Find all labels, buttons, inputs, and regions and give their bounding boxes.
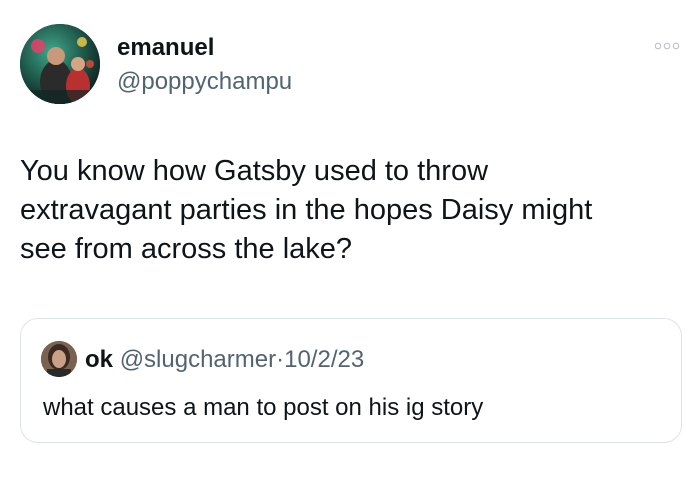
avatar[interactable] (20, 24, 100, 104)
quote-author-display-name[interactable]: ok (85, 346, 113, 373)
quote-author-handle[interactable]: @slugcharmer (120, 346, 276, 373)
avatar-image (20, 24, 100, 104)
more-horizontal-icon[interactable] (654, 40, 680, 52)
quote-date[interactable]: 10/2/23 (284, 346, 364, 373)
quote-text: what causes a man to post on his ig stor… (43, 394, 484, 421)
quote-avatar-image (41, 341, 77, 377)
tweet-text: You know how Gatsby used to throw extrav… (20, 155, 593, 265)
author-display-name[interactable]: emanuel (117, 34, 214, 62)
quote-separator: · (276, 346, 285, 373)
quote-header: ok @slugcharmer·10/2/23 (85, 346, 364, 374)
author-handle[interactable]: @poppychampu (117, 68, 292, 96)
quote-tweet-card[interactable]: ok @slugcharmer·10/2/23 what causes a ma… (20, 318, 682, 443)
quote-avatar[interactable] (41, 341, 77, 377)
